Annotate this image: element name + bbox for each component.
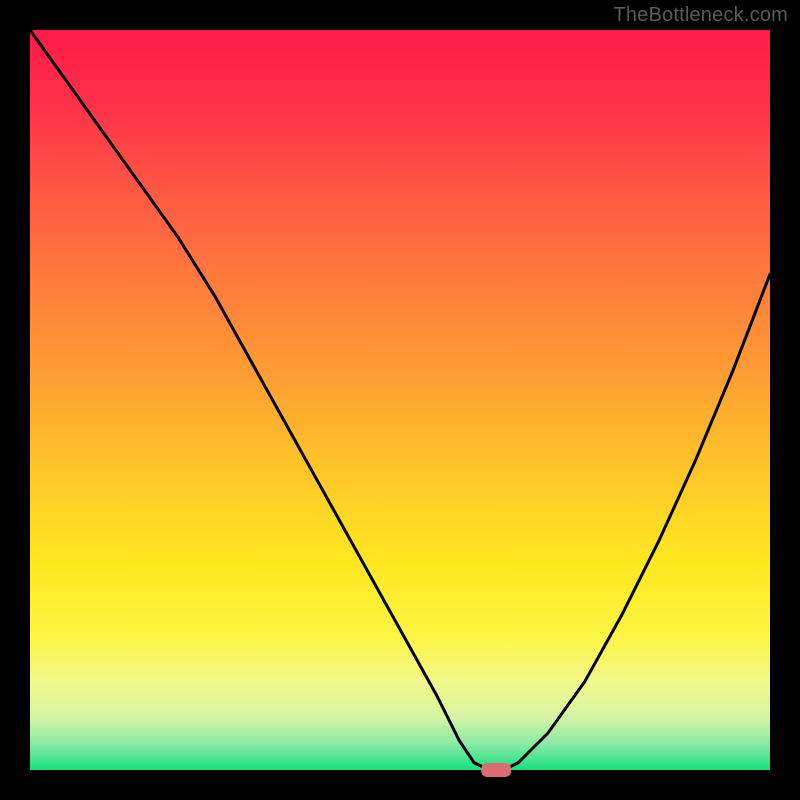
optimal-marker: [481, 763, 511, 777]
bottleneck-chart: TheBottleneck.com: [0, 0, 800, 800]
watermark-text: TheBottleneck.com: [613, 4, 788, 27]
chart-canvas: [0, 0, 800, 800]
plot-background: [30, 30, 770, 770]
